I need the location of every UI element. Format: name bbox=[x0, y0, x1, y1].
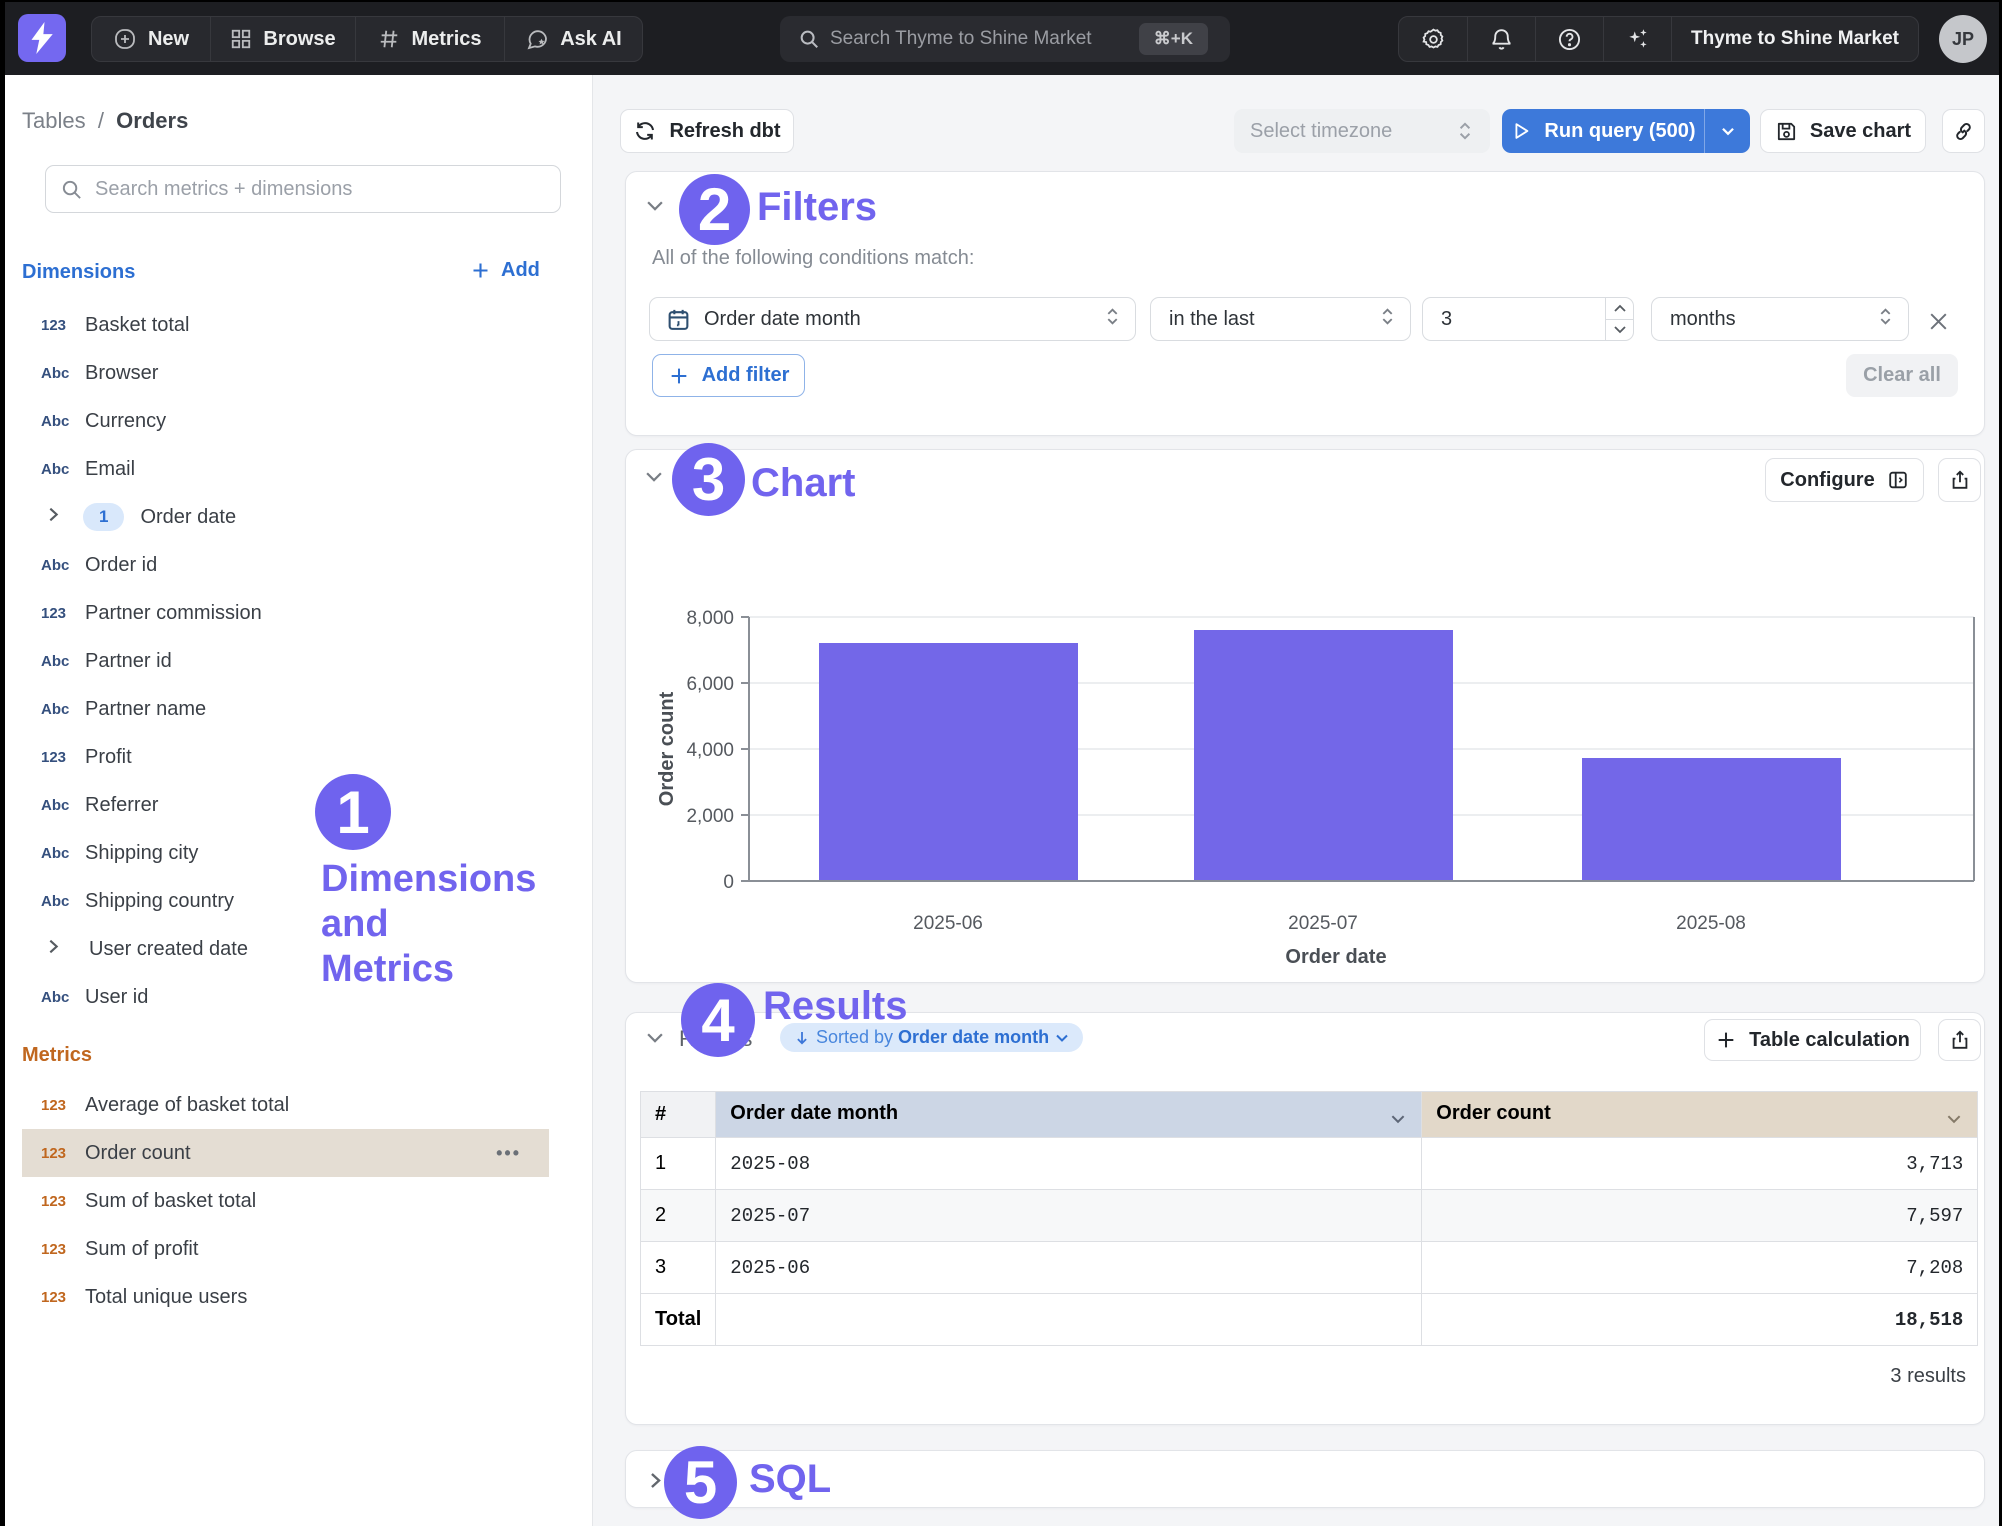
svg-text:0: 0 bbox=[723, 872, 734, 893]
svg-text:Order count: Order count bbox=[656, 691, 678, 806]
svg-text:2025-08: 2025-08 bbox=[1676, 913, 1746, 934]
svg-text:2025-06: 2025-06 bbox=[913, 913, 983, 934]
svg-text:2,000: 2,000 bbox=[686, 806, 734, 827]
svg-text:2025-07: 2025-07 bbox=[1288, 913, 1358, 934]
svg-text:8,000: 8,000 bbox=[686, 608, 734, 629]
svg-text:6,000: 6,000 bbox=[686, 674, 734, 695]
svg-text:4,000: 4,000 bbox=[686, 740, 734, 761]
svg-text:Order date: Order date bbox=[1285, 946, 1386, 968]
